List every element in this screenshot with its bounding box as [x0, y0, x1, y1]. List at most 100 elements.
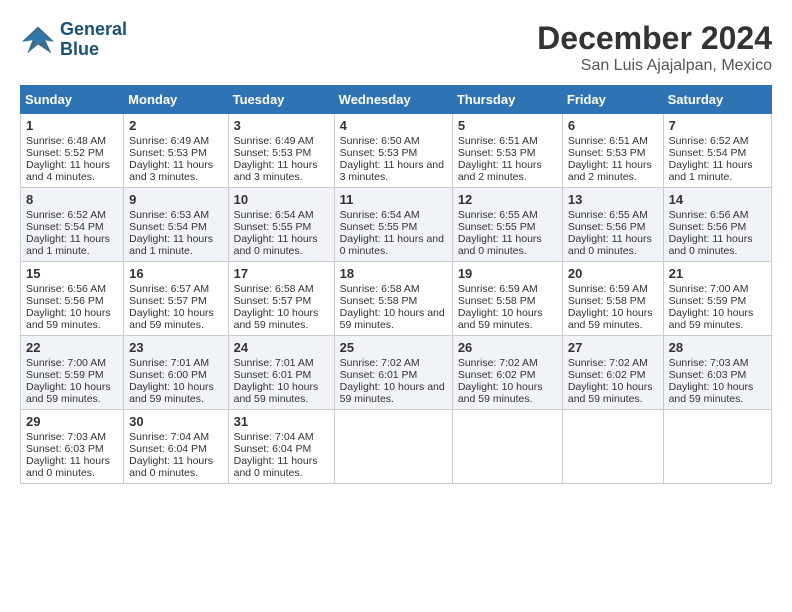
sunrise-label: Sunrise: 6:59 AM	[568, 283, 648, 295]
sunset-label: Sunset: 5:58 PM	[458, 295, 536, 307]
daylight-label: Daylight: 10 hours and 59 minutes.	[340, 381, 445, 405]
sunset-label: Sunset: 5:53 PM	[234, 147, 312, 159]
calendar-cell: 24 Sunrise: 7:01 AM Sunset: 6:01 PM Dayl…	[228, 336, 334, 410]
calendar-cell: 14 Sunrise: 6:56 AM Sunset: 5:56 PM Dayl…	[663, 188, 771, 262]
sunrise-label: Sunrise: 6:56 AM	[669, 209, 749, 221]
sunset-label: Sunset: 5:53 PM	[340, 147, 418, 159]
daylight-label: Daylight: 11 hours and 1 minute.	[26, 233, 110, 257]
calendar-week-row: 8 Sunrise: 6:52 AM Sunset: 5:54 PM Dayli…	[21, 188, 772, 262]
daylight-label: Daylight: 11 hours and 0 minutes.	[26, 455, 110, 479]
calendar-cell	[562, 410, 663, 484]
calendar-week-row: 1 Sunrise: 6:48 AM Sunset: 5:52 PM Dayli…	[21, 114, 772, 188]
sunset-label: Sunset: 5:56 PM	[568, 221, 646, 233]
daylight-label: Daylight: 10 hours and 59 minutes.	[234, 381, 319, 405]
calendar-cell: 7 Sunrise: 6:52 AM Sunset: 5:54 PM Dayli…	[663, 114, 771, 188]
daylight-label: Daylight: 10 hours and 59 minutes.	[568, 381, 653, 405]
sunset-label: Sunset: 5:57 PM	[234, 295, 312, 307]
sunrise-label: Sunrise: 6:48 AM	[26, 135, 106, 147]
sunrise-label: Sunrise: 7:01 AM	[129, 357, 209, 369]
sunrise-label: Sunrise: 6:53 AM	[129, 209, 209, 221]
calendar-cell: 31 Sunrise: 7:04 AM Sunset: 6:04 PM Dayl…	[228, 410, 334, 484]
calendar-cell: 28 Sunrise: 7:03 AM Sunset: 6:03 PM Dayl…	[663, 336, 771, 410]
sunrise-label: Sunrise: 7:02 AM	[568, 357, 648, 369]
calendar-cell: 29 Sunrise: 7:03 AM Sunset: 6:03 PM Dayl…	[21, 410, 124, 484]
daylight-label: Daylight: 11 hours and 2 minutes.	[458, 159, 542, 183]
calendar-cell: 20 Sunrise: 6:59 AM Sunset: 5:58 PM Dayl…	[562, 262, 663, 336]
calendar-cell: 4 Sunrise: 6:50 AM Sunset: 5:53 PM Dayli…	[334, 114, 452, 188]
col-header-tuesday: Tuesday	[228, 86, 334, 114]
daylight-label: Daylight: 10 hours and 59 minutes.	[340, 307, 445, 331]
sunset-label: Sunset: 6:03 PM	[26, 443, 104, 455]
day-number: 15	[26, 266, 118, 281]
daylight-label: Daylight: 10 hours and 59 minutes.	[26, 307, 111, 331]
daylight-label: Daylight: 10 hours and 59 minutes.	[234, 307, 319, 331]
sunset-label: Sunset: 6:02 PM	[568, 369, 646, 381]
calendar-week-row: 15 Sunrise: 6:56 AM Sunset: 5:56 PM Dayl…	[21, 262, 772, 336]
calendar-cell: 6 Sunrise: 6:51 AM Sunset: 5:53 PM Dayli…	[562, 114, 663, 188]
day-number: 21	[669, 266, 766, 281]
day-number: 10	[234, 192, 329, 207]
day-number: 17	[234, 266, 329, 281]
sunset-label: Sunset: 5:54 PM	[129, 221, 207, 233]
title-area: December 2024 San Luis Ajajalpan, Mexico	[537, 20, 772, 75]
calendar-cell: 9 Sunrise: 6:53 AM Sunset: 5:54 PM Dayli…	[124, 188, 228, 262]
day-number: 28	[669, 340, 766, 355]
page-title: December 2024	[537, 20, 772, 57]
day-number: 20	[568, 266, 658, 281]
calendar-cell: 8 Sunrise: 6:52 AM Sunset: 5:54 PM Dayli…	[21, 188, 124, 262]
daylight-label: Daylight: 11 hours and 3 minutes.	[129, 159, 213, 183]
sunrise-label: Sunrise: 7:01 AM	[234, 357, 314, 369]
calendar-cell: 21 Sunrise: 7:00 AM Sunset: 5:59 PM Dayl…	[663, 262, 771, 336]
col-header-monday: Monday	[124, 86, 228, 114]
calendar-cell: 15 Sunrise: 6:56 AM Sunset: 5:56 PM Dayl…	[21, 262, 124, 336]
daylight-label: Daylight: 10 hours and 59 minutes.	[26, 381, 111, 405]
sunrise-label: Sunrise: 6:52 AM	[669, 135, 749, 147]
daylight-label: Daylight: 11 hours and 0 minutes.	[129, 455, 213, 479]
calendar-cell: 27 Sunrise: 7:02 AM Sunset: 6:02 PM Dayl…	[562, 336, 663, 410]
calendar-cell: 22 Sunrise: 7:00 AM Sunset: 5:59 PM Dayl…	[21, 336, 124, 410]
sunrise-label: Sunrise: 6:54 AM	[234, 209, 314, 221]
day-number: 18	[340, 266, 447, 281]
daylight-label: Daylight: 11 hours and 3 minutes.	[340, 159, 444, 183]
daylight-label: Daylight: 10 hours and 59 minutes.	[568, 307, 653, 331]
sunset-label: Sunset: 5:53 PM	[129, 147, 207, 159]
daylight-label: Daylight: 11 hours and 1 minute.	[129, 233, 213, 257]
calendar-cell: 23 Sunrise: 7:01 AM Sunset: 6:00 PM Dayl…	[124, 336, 228, 410]
calendar-cell: 5 Sunrise: 6:51 AM Sunset: 5:53 PM Dayli…	[452, 114, 562, 188]
calendar-cell: 13 Sunrise: 6:55 AM Sunset: 5:56 PM Dayl…	[562, 188, 663, 262]
day-number: 2	[129, 118, 222, 133]
col-header-thursday: Thursday	[452, 86, 562, 114]
daylight-label: Daylight: 10 hours and 59 minutes.	[129, 307, 214, 331]
calendar-cell: 1 Sunrise: 6:48 AM Sunset: 5:52 PM Dayli…	[21, 114, 124, 188]
sunrise-label: Sunrise: 6:55 AM	[458, 209, 538, 221]
day-number: 29	[26, 414, 118, 429]
day-number: 1	[26, 118, 118, 133]
sunset-label: Sunset: 5:55 PM	[340, 221, 418, 233]
daylight-label: Daylight: 10 hours and 59 minutes.	[669, 381, 754, 405]
calendar-table: SundayMondayTuesdayWednesdayThursdayFrid…	[20, 85, 772, 484]
day-number: 6	[568, 118, 658, 133]
logo-text: GeneralBlue	[60, 20, 127, 60]
daylight-label: Daylight: 11 hours and 0 minutes.	[669, 233, 753, 257]
day-number: 31	[234, 414, 329, 429]
sunrise-label: Sunrise: 7:04 AM	[129, 431, 209, 443]
daylight-label: Daylight: 11 hours and 0 minutes.	[340, 233, 444, 257]
col-header-sunday: Sunday	[21, 86, 124, 114]
daylight-label: Daylight: 11 hours and 1 minute.	[669, 159, 753, 183]
daylight-label: Daylight: 10 hours and 59 minutes.	[458, 307, 543, 331]
calendar-week-row: 22 Sunrise: 7:00 AM Sunset: 5:59 PM Dayl…	[21, 336, 772, 410]
day-number: 8	[26, 192, 118, 207]
sunrise-label: Sunrise: 7:02 AM	[340, 357, 420, 369]
calendar-cell: 19 Sunrise: 6:59 AM Sunset: 5:58 PM Dayl…	[452, 262, 562, 336]
sunset-label: Sunset: 5:57 PM	[129, 295, 207, 307]
sunrise-label: Sunrise: 6:55 AM	[568, 209, 648, 221]
day-number: 4	[340, 118, 447, 133]
day-number: 22	[26, 340, 118, 355]
calendar-cell: 16 Sunrise: 6:57 AM Sunset: 5:57 PM Dayl…	[124, 262, 228, 336]
sunset-label: Sunset: 6:04 PM	[234, 443, 312, 455]
calendar-cell: 10 Sunrise: 6:54 AM Sunset: 5:55 PM Dayl…	[228, 188, 334, 262]
sunrise-label: Sunrise: 6:49 AM	[129, 135, 209, 147]
sunset-label: Sunset: 6:02 PM	[458, 369, 536, 381]
sunset-label: Sunset: 5:59 PM	[26, 369, 104, 381]
page-subtitle: San Luis Ajajalpan, Mexico	[537, 57, 772, 75]
